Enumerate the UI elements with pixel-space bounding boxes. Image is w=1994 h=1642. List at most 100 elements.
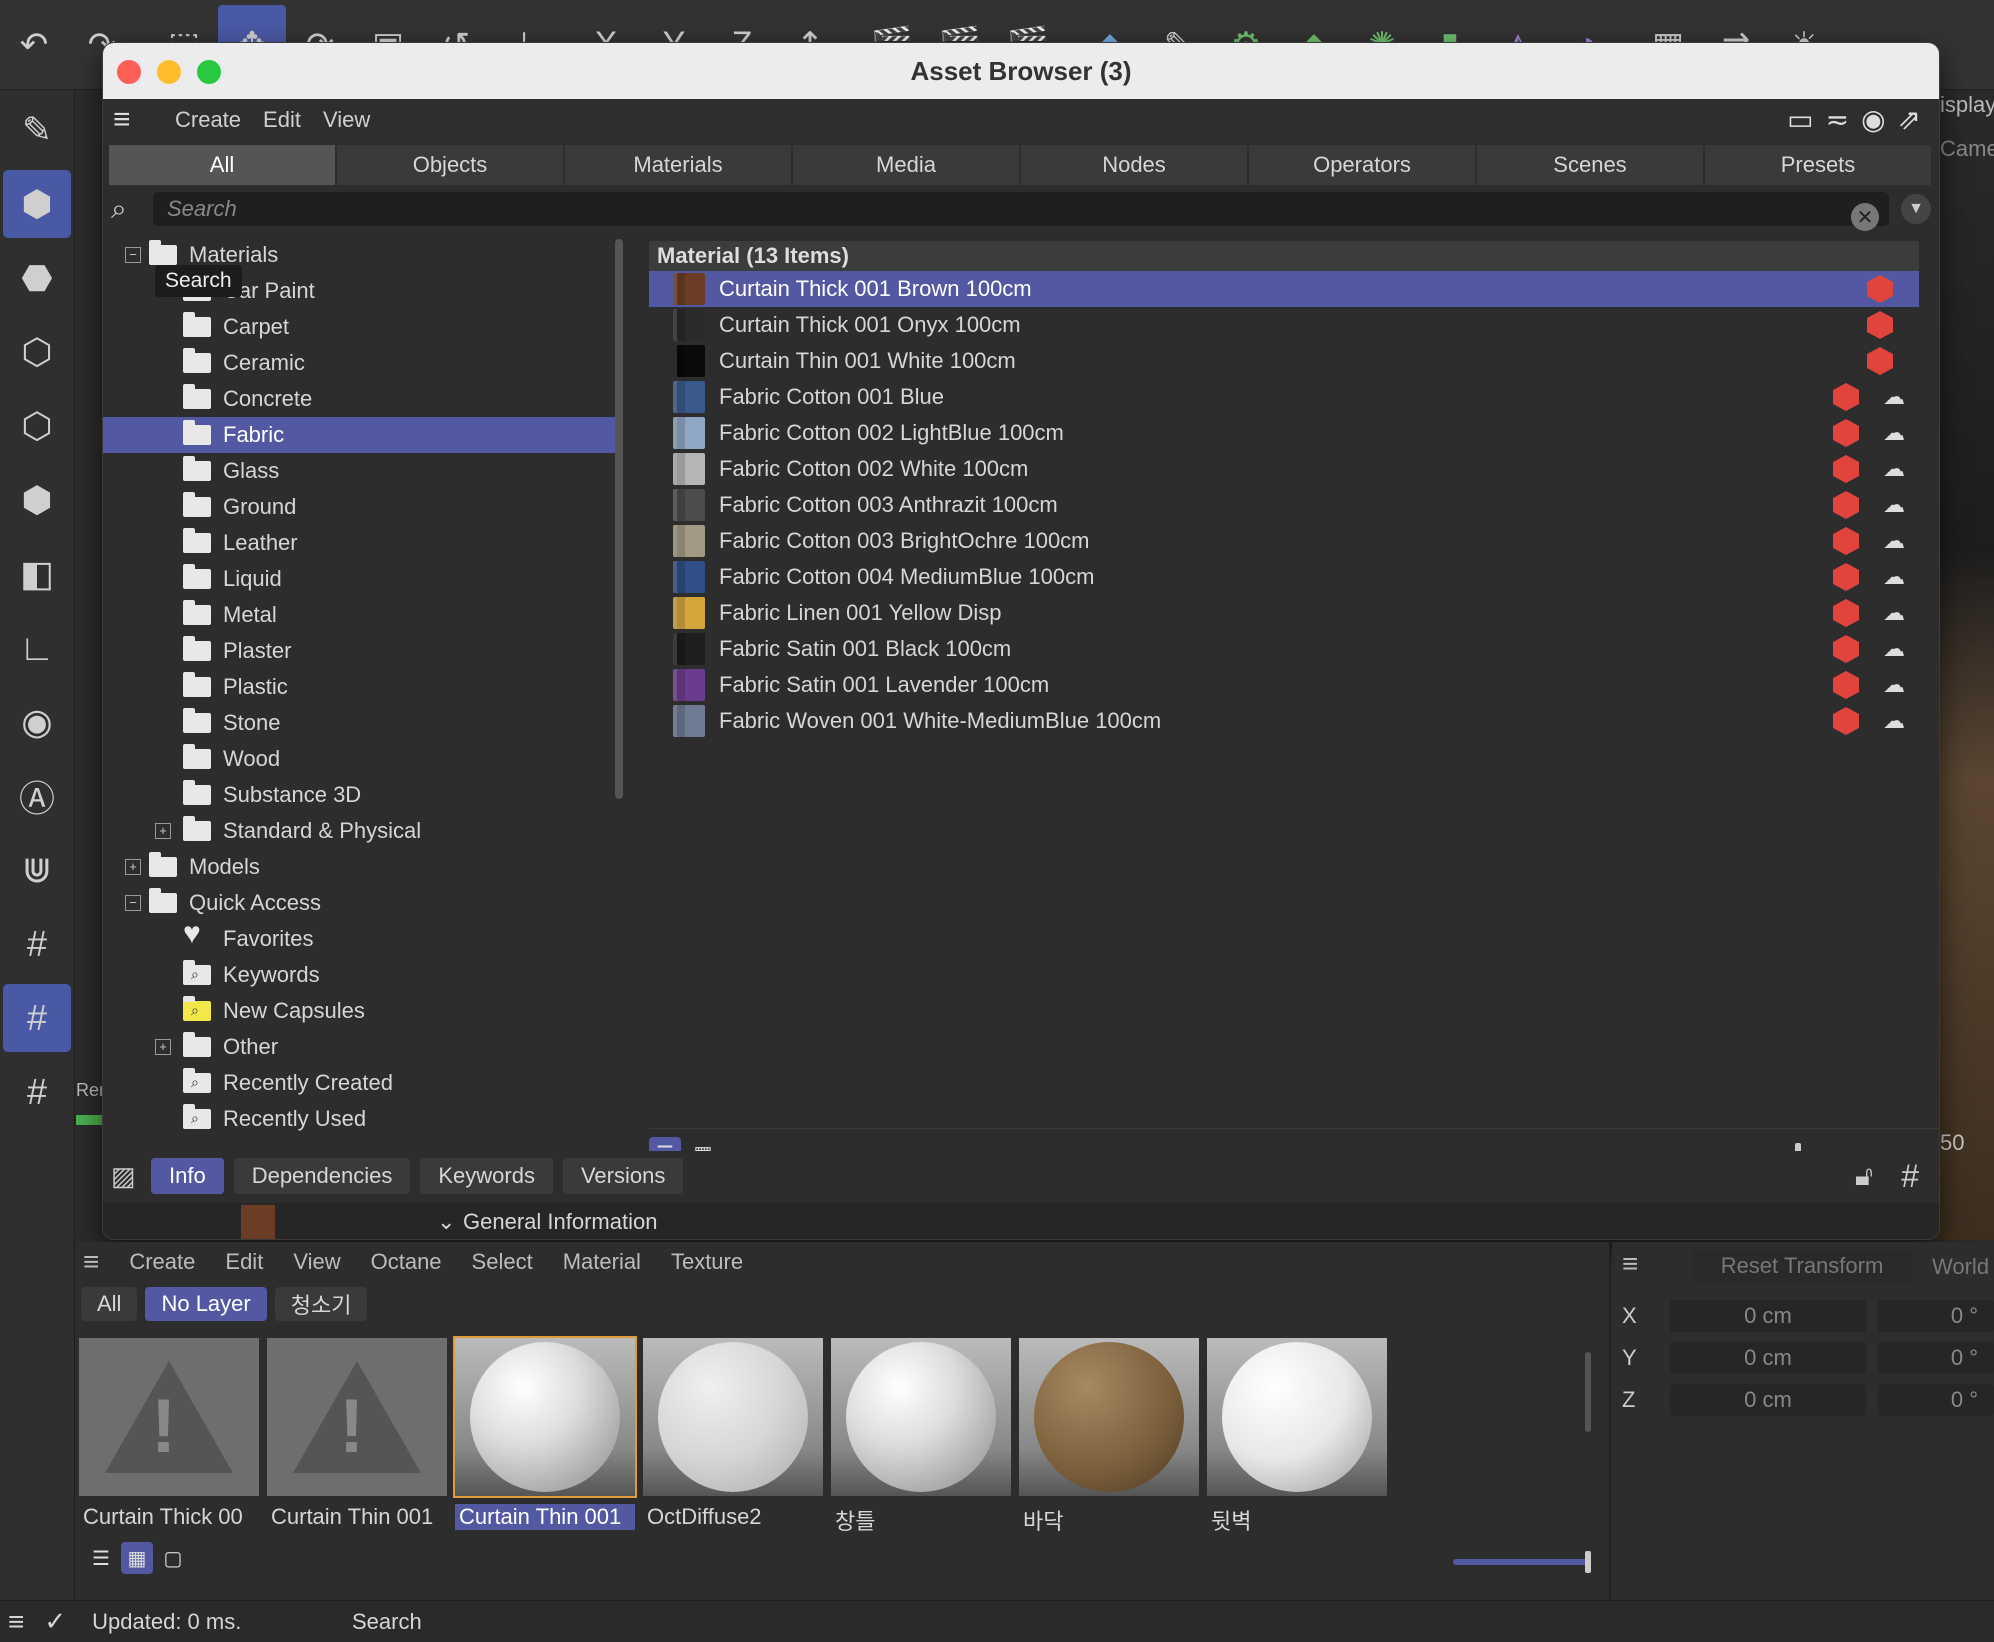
tab-operators[interactable]: Operators [1249, 145, 1477, 185]
tree-item-metal[interactable]: Metal [103, 597, 617, 633]
tree-item-ground[interactable]: Ground [103, 489, 617, 525]
text-icon[interactable]: Ⓐ [3, 762, 71, 830]
cloud-download-icon[interactable]: ☁ [1883, 420, 1905, 446]
asset-row[interactable]: Fabric Linen 001 Yellow Disp ☁ [649, 595, 1919, 631]
position-field[interactable]: 0 cm [1670, 1342, 1866, 1374]
cloud-download-icon[interactable]: ☁ [1883, 564, 1905, 590]
tree-item-glass[interactable]: Glass [103, 453, 617, 489]
material-size-slider[interactable] [1453, 1551, 1591, 1573]
tree-item-recently-created[interactable]: ⌕ Recently Created [103, 1065, 617, 1101]
axis-mode-icon[interactable]: ∟ [3, 614, 71, 682]
grid-view-icon[interactable]: ▦ [121, 1542, 153, 1574]
tree-item-models[interactable]: + Models [103, 849, 617, 885]
material-cell[interactable]: ! Curtain Thick 00 [79, 1338, 259, 1538]
layer-tab[interactable]: No Layer [145, 1287, 267, 1321]
expand-icon[interactable]: + [155, 823, 171, 839]
menu-edit[interactable]: Edit [263, 107, 301, 133]
asset-row[interactable]: Fabric Satin 001 Black 100cm ☁ [649, 631, 1919, 667]
tab-presets[interactable]: Presets [1705, 145, 1933, 185]
asset-row[interactable]: Fabric Satin 001 Lavender 100cm ☁ [649, 667, 1919, 703]
search-input[interactable] [153, 192, 1889, 226]
grid-lock-icon[interactable]: # [3, 984, 71, 1052]
edit-icon[interactable]: ✎ [3, 96, 71, 164]
mat-menu-edit[interactable]: Edit [225, 1249, 263, 1275]
edges-mode-icon[interactable]: ⬡ [3, 392, 71, 460]
tree-item-plaster[interactable]: Plaster [103, 633, 617, 669]
tab-info[interactable]: Info [151, 1158, 224, 1194]
asset-row[interactable]: Fabric Cotton 003 BrightOchre 100cm ☁ [649, 523, 1919, 559]
cloud-download-icon[interactable]: ☁ [1883, 636, 1905, 662]
tab-materials[interactable]: Materials [565, 145, 793, 185]
tree-item-new-capsules[interactable]: ⌕ New Capsules [103, 993, 617, 1029]
close-button[interactable] [117, 60, 141, 84]
tree-item-carpet[interactable]: Carpet [103, 309, 617, 345]
chevron-down-icon[interactable]: ▼ [1901, 194, 1931, 224]
cloud-download-icon[interactable]: ☁ [1883, 384, 1905, 410]
cloud-download-icon[interactable]: ☁ [1883, 528, 1905, 554]
tab-media[interactable]: Media [793, 145, 1021, 185]
tab-keywords[interactable]: Keywords [420, 1158, 553, 1194]
cloud-download-icon[interactable]: ☁ [1883, 456, 1905, 482]
mat-menu-material[interactable]: Material [563, 1249, 641, 1275]
cloud-download-icon[interactable]: ☁ [1883, 672, 1905, 698]
target-icon[interactable]: ◉ [1861, 103, 1885, 136]
rotation-field[interactable]: 0 ° [1878, 1384, 1994, 1416]
menu-view[interactable]: View [323, 107, 370, 133]
popout-icon[interactable]: ⇗ [1898, 103, 1921, 136]
material-cell[interactable]: Curtain Thin 001 [453, 1336, 637, 1538]
tree-item-plastic[interactable]: Plastic [103, 669, 617, 705]
hash-icon[interactable]: # [1901, 1158, 1919, 1195]
filter-icon[interactable]: ≂ [1826, 103, 1849, 136]
tree-item-ceramic[interactable]: Ceramic [103, 345, 617, 381]
hamburger-icon[interactable]: ≡ [8, 1606, 24, 1638]
solo-icon[interactable]: ◉ [3, 688, 71, 756]
tab-scenes[interactable]: Scenes [1477, 145, 1705, 185]
material-cell[interactable]: 바닥 [1019, 1338, 1199, 1538]
material-cell[interactable]: ! Curtain Thin 001 [267, 1338, 447, 1538]
asset-row[interactable]: Fabric Cotton 004 MediumBlue 100cm ☁ [649, 559, 1919, 595]
asset-row[interactable]: Fabric Cotton 002 LightBlue 100cm ☁ [649, 415, 1919, 451]
panel-icon[interactable]: ▭ [1787, 103, 1813, 136]
expand-icon[interactable]: + [125, 859, 141, 875]
material-cell[interactable]: OctDiffuse2 [643, 1338, 823, 1538]
reset-transform-button[interactable]: Reset Transform [1692, 1250, 1912, 1282]
tree-item-other[interactable]: + Other [103, 1029, 617, 1065]
tab-objects[interactable]: Objects [337, 145, 565, 185]
tab-all[interactable]: All [109, 145, 337, 185]
tab-dependencies[interactable]: Dependencies [233, 1158, 411, 1194]
tree-item-keywords[interactable]: ⌕ Keywords [103, 957, 617, 993]
asset-row[interactable]: Curtain Thick 001 Onyx 100cm [649, 307, 1919, 343]
cloud-download-icon[interactable]: ☁ [1883, 708, 1905, 734]
expand-icon[interactable]: + [155, 1039, 171, 1055]
tree-item-concrete[interactable]: Concrete [103, 381, 617, 417]
grid-auto-icon[interactable]: # [3, 1058, 71, 1126]
lock-icon[interactable]: 🔓︎ [1855, 1160, 1873, 1193]
asset-row[interactable]: Curtain Thin 001 White 100cm [649, 343, 1919, 379]
mat-menu-view[interactable]: View [293, 1249, 340, 1275]
model-mode-icon[interactable]: ⬢ [3, 170, 71, 238]
grid-icon[interactable]: # [3, 910, 71, 978]
hamburger-icon[interactable]: ≡ [1622, 1248, 1638, 1280]
tab-versions[interactable]: Versions [562, 1158, 684, 1194]
magnet-icon[interactable]: ⋓ [3, 836, 71, 904]
material-cell[interactable]: 창틀 [831, 1338, 1011, 1538]
layer-tab[interactable]: 청소기 [274, 1287, 368, 1321]
asset-row[interactable]: Fabric Woven 001 White-MediumBlue 100cm … [649, 703, 1919, 739]
list-view-icon[interactable]: ☰ [85, 1542, 117, 1574]
layer-tab[interactable]: All [81, 1287, 138, 1321]
points-mode-icon[interactable]: ⬡ [3, 318, 71, 386]
mat-menu-octane[interactable]: Octane [371, 1249, 442, 1275]
general-info-label[interactable]: General Information [463, 1209, 657, 1235]
maximize-button[interactable] [197, 60, 221, 84]
mat-menu-select[interactable]: Select [472, 1249, 533, 1275]
tab-nodes[interactable]: Nodes [1021, 145, 1249, 185]
tree-scrollbar[interactable] [615, 239, 623, 799]
texture-mode-icon[interactable]: ⬣ [3, 244, 71, 312]
material-cell[interactable]: 뒷벽 [1207, 1338, 1387, 1538]
collapse-icon[interactable]: − [125, 247, 141, 263]
preview-view-icon[interactable]: ▢ [157, 1542, 189, 1574]
tree-item-quick-access[interactable]: − Quick Access [103, 885, 617, 921]
mat-menu-texture[interactable]: Texture [671, 1249, 743, 1275]
asset-row[interactable]: Fabric Cotton 002 White 100cm ☁ [649, 451, 1919, 487]
mat-menu-create[interactable]: Create [129, 1249, 195, 1275]
